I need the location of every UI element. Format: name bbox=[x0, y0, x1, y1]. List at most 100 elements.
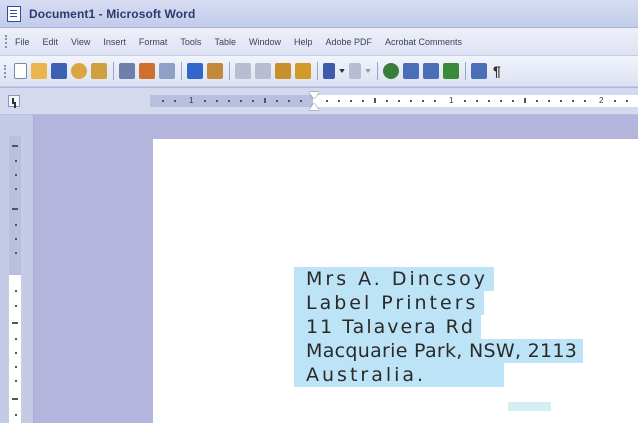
vertical-ruler-tick bbox=[15, 160, 17, 162]
menu-help[interactable]: Help bbox=[294, 37, 313, 47]
ruler-tick bbox=[326, 100, 328, 102]
ruler-tick bbox=[476, 100, 478, 102]
menu-adobe-pdf[interactable]: Adobe PDF bbox=[325, 37, 372, 47]
ruler-tick bbox=[264, 98, 266, 103]
menu-acrobat-comments[interactable]: Acrobat Comments bbox=[385, 37, 462, 47]
ruler-tick bbox=[276, 100, 278, 102]
ruler-tick bbox=[350, 100, 352, 102]
spelling-icon[interactable] bbox=[187, 63, 203, 79]
ruler-tick bbox=[584, 100, 586, 102]
menu-format[interactable]: Format bbox=[139, 37, 168, 47]
address-line-city[interactable]: Macquarie Park, NSW, 2113 bbox=[294, 339, 584, 363]
redo-dropdown-icon[interactable] bbox=[365, 69, 371, 73]
save-icon[interactable] bbox=[51, 63, 67, 79]
print-preview-icon[interactable] bbox=[139, 63, 155, 79]
menu-window[interactable]: Window bbox=[249, 37, 281, 47]
ruler-tick bbox=[572, 100, 574, 102]
first-line-indent-marker[interactable] bbox=[309, 92, 319, 99]
vertical-ruler-mark bbox=[12, 208, 18, 210]
open-folder-icon[interactable] bbox=[31, 63, 47, 79]
print-icon[interactable] bbox=[119, 63, 135, 79]
show-hide-icon[interactable]: ¶ bbox=[493, 63, 501, 79]
address-line-name[interactable]: Mrs A. Dincsoy bbox=[294, 267, 495, 291]
toolbar-separator bbox=[113, 62, 114, 80]
tab-selector-icon[interactable] bbox=[8, 95, 20, 107]
ruler-tick bbox=[434, 100, 436, 102]
ruler-tick bbox=[374, 98, 376, 103]
window-title: Document1 - Microsoft Word bbox=[29, 6, 196, 21]
toolbar-grip-handle[interactable] bbox=[4, 64, 9, 78]
new-document-icon[interactable] bbox=[14, 63, 27, 79]
vertical-ruler-tick bbox=[15, 238, 17, 240]
vertical-ruler-tick bbox=[15, 352, 17, 354]
hyperlink-icon[interactable] bbox=[383, 63, 399, 79]
ruler-tick bbox=[204, 100, 206, 102]
menu-tools[interactable]: Tools bbox=[180, 37, 201, 47]
ruler-number: 1 bbox=[449, 96, 454, 105]
insert-excel-icon[interactable] bbox=[443, 63, 459, 79]
ruler-tick bbox=[338, 100, 340, 102]
vertical-ruler-tick bbox=[15, 252, 17, 254]
ruler-tick bbox=[174, 100, 176, 102]
horizontal-ruler-bar: 1 1 2 bbox=[0, 88, 638, 115]
ruler-tick bbox=[216, 100, 218, 102]
vertical-ruler-text-area[interactable] bbox=[9, 275, 21, 423]
ruler-tick bbox=[398, 100, 400, 102]
ruler-tick bbox=[422, 100, 424, 102]
word-document-icon[interactable] bbox=[7, 5, 21, 22]
address-line-country[interactable]: Australia. bbox=[294, 363, 505, 387]
toolbar-separator bbox=[229, 62, 230, 80]
ruler-tick bbox=[240, 100, 242, 102]
ruler-tick bbox=[464, 100, 466, 102]
vertical-ruler-mark bbox=[12, 145, 18, 147]
ruler-number: 1 bbox=[189, 96, 194, 105]
menu-file[interactable]: File bbox=[15, 37, 30, 47]
vertical-ruler-tick bbox=[15, 290, 17, 292]
ruler-tick bbox=[626, 100, 628, 102]
vertical-ruler-mark bbox=[12, 398, 18, 400]
address-line-company[interactable]: Label Printers bbox=[294, 291, 485, 315]
menu-table[interactable]: Table bbox=[214, 37, 236, 47]
menu-view[interactable]: View bbox=[71, 37, 90, 47]
vertical-ruler-tick bbox=[15, 305, 17, 307]
standard-toolbar: ¶ bbox=[0, 56, 638, 87]
ruler-tick bbox=[410, 100, 412, 102]
undo-dropdown-icon[interactable] bbox=[339, 69, 345, 73]
hanging-indent-marker[interactable] bbox=[309, 103, 319, 110]
paste-icon[interactable] bbox=[275, 63, 291, 79]
research-icon[interactable] bbox=[159, 63, 175, 79]
ruler-tick bbox=[488, 100, 490, 102]
ruler-tick bbox=[288, 100, 290, 102]
copy-icon[interactable] bbox=[255, 63, 271, 79]
undo-icon[interactable] bbox=[323, 63, 335, 79]
title-bar: Document1 - Microsoft Word bbox=[0, 0, 638, 28]
redo-icon[interactable] bbox=[349, 63, 361, 79]
toolbar-separator bbox=[377, 62, 378, 80]
tables-borders-icon[interactable] bbox=[403, 63, 419, 79]
ruler-tick bbox=[252, 100, 254, 102]
permission-icon[interactable] bbox=[71, 63, 87, 79]
cut-icon[interactable] bbox=[235, 63, 251, 79]
menu-grip-handle[interactable] bbox=[5, 35, 10, 48]
insert-table-icon[interactable] bbox=[423, 63, 439, 79]
address-block[interactable]: Mrs A. Dincsoy Label Printers 11 Talaver… bbox=[294, 267, 584, 387]
format-painter-icon[interactable] bbox=[295, 63, 311, 79]
vertical-ruler-mark bbox=[12, 322, 18, 324]
ruler-tick bbox=[512, 100, 514, 102]
ruler-number: 2 bbox=[599, 96, 604, 105]
research-book-icon[interactable] bbox=[207, 63, 223, 79]
vertical-ruler-tick bbox=[15, 338, 17, 340]
vertical-ruler-tick bbox=[15, 366, 17, 368]
vertical-ruler-tick bbox=[15, 188, 17, 190]
ruler-tick bbox=[536, 100, 538, 102]
toolbar-separator bbox=[181, 62, 182, 80]
ruler-tick bbox=[162, 100, 164, 102]
address-line-street[interactable]: 11 Talavera Rd bbox=[294, 315, 481, 339]
menu-edit[interactable]: Edit bbox=[43, 37, 59, 47]
menu-bar: File Edit View Insert Format Tools Table… bbox=[0, 28, 638, 56]
columns-icon[interactable] bbox=[471, 63, 487, 79]
toolbar-separator bbox=[465, 62, 466, 80]
email-icon[interactable] bbox=[91, 63, 107, 79]
menu-insert[interactable]: Insert bbox=[103, 37, 126, 47]
ruler-tick bbox=[524, 98, 526, 103]
